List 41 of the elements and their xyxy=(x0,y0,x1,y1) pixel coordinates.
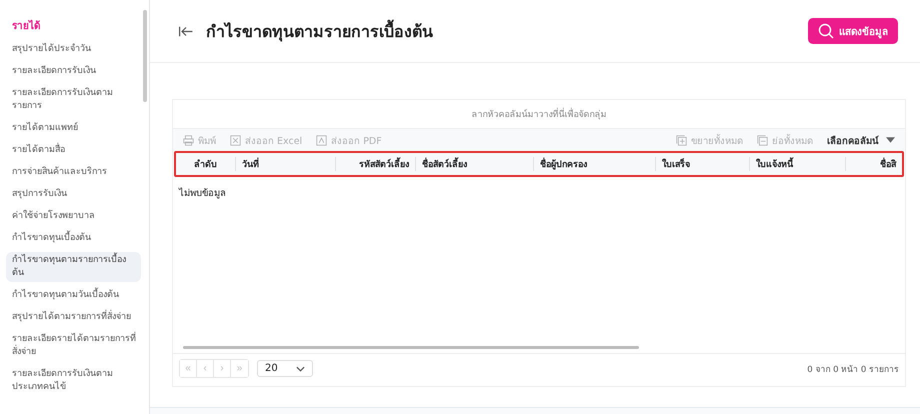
sidebar-item[interactable]: สรุปรายได้ตามรายการที่สั่งจ่าย xyxy=(6,309,141,326)
sidebar-item[interactable]: รายได้ตามสื่อ xyxy=(6,142,141,159)
horizontal-scrollbar-thumb[interactable] xyxy=(183,346,639,349)
search-icon xyxy=(818,23,834,39)
column-header[interactable]: ใบเสร็จ xyxy=(656,157,750,171)
column-header[interactable]: วันที่ xyxy=(236,157,336,171)
sidebar-item[interactable]: กำไรขาดทุนตามรายการเบื้องต้น xyxy=(6,252,141,282)
plus-square-icon xyxy=(676,134,687,146)
page-size-select[interactable]: 20 xyxy=(257,360,313,377)
sidebar-item[interactable]: รายละเอียดการรับเงิน xyxy=(6,63,141,80)
column-header[interactable]: ชื่อผู้ปกครอง xyxy=(534,157,656,171)
column-header[interactable]: รหัสสัตว์เลี้ยง xyxy=(336,157,416,171)
minus-square-icon xyxy=(757,134,768,146)
column-header[interactable]: ชื่อสิ xyxy=(846,157,902,171)
printer-icon xyxy=(183,134,194,146)
show-data-button[interactable]: แสดงข้อมูล xyxy=(808,18,898,44)
sidebar-item[interactable]: สรุปการรับเงิน xyxy=(6,186,141,203)
sidebar-item[interactable]: การจ่ายสินค้าและบริการ xyxy=(6,164,141,181)
empty-message: ไม่พบข้อมูล xyxy=(179,186,227,200)
pager-info: 0 จาก 0 หน้า 0 รายการ xyxy=(807,364,899,376)
sidebar-item[interactable]: รายละเอียดการรับเงินตามประเภทคนไข้ xyxy=(6,366,141,396)
column-header[interactable]: ชื่อสัตว์เลี้ยง xyxy=(416,157,534,171)
sidebar-item[interactable]: รายละเอียดรายได้ตามรายการที่สั่งจ่าย xyxy=(6,331,141,361)
sidebar-item[interactable]: รายละเอียดการรับเงินตามรายการ xyxy=(6,85,141,115)
caret-icon xyxy=(886,137,895,143)
sidebar-item[interactable]: กำไรขาดทุนตามวันเบื้องต้น xyxy=(6,287,141,304)
sidebar-item[interactable]: กำไรขาดทุนเบื้องต้น xyxy=(6,230,141,247)
sidebar-item[interactable]: สรุปรายได้ประจำวัน xyxy=(6,41,141,58)
spreadsheet-icon xyxy=(230,134,241,146)
page-size-value: 20 xyxy=(265,363,278,374)
document-icon xyxy=(316,134,328,146)
column-header[interactable]: ลำดับ xyxy=(176,157,236,171)
sidebar-item[interactable]: รายได้ตามแพทย์ xyxy=(6,120,141,137)
collapse-arrow-icon[interactable] xyxy=(178,24,194,38)
sidebar-section-title: รายได้ xyxy=(12,18,41,33)
column-header[interactable]: ใบแจ้งหนี้ xyxy=(750,157,846,171)
sidebar-item[interactable]: ค่าใช้จ่ายโรงพยาบาล xyxy=(6,208,141,225)
column-chooser-button[interactable]: เลือกคอลัมน์ xyxy=(827,132,895,148)
chevron-down-icon xyxy=(296,366,305,372)
scrollbar-thumb[interactable] xyxy=(143,10,147,102)
page-title: กำไรขาดทุนตามรายการเบื้องต้น xyxy=(206,18,433,44)
